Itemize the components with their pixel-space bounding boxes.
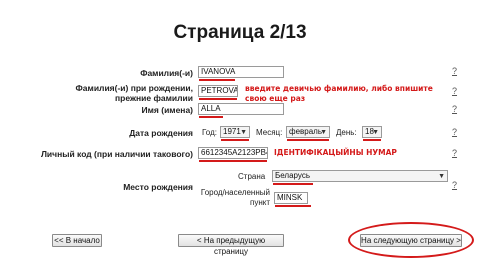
name-red-underline [199, 116, 223, 118]
name-help-link[interactable]: ? [452, 104, 457, 114]
personal-code-field[interactable]: 6612345A2123PB4 [198, 147, 268, 159]
surname-label: Фамилия(-и) [140, 68, 193, 78]
surname-field[interactable]: IVANOVA [198, 66, 284, 78]
day-select[interactable]: 18 ▼ [362, 126, 382, 138]
day-label: День: [336, 128, 357, 137]
country-select[interactable]: Беларусь ▼ [272, 170, 448, 182]
year-select-value: 1971 [223, 127, 241, 136]
personal-code-help-link[interactable]: ? [452, 148, 457, 158]
maiden-name-note-line1: введите девичью фамилию, либо впишите [245, 84, 433, 93]
birth-surname-help-link[interactable]: ? [452, 86, 457, 96]
birth-surname-field[interactable]: PETROVA [198, 85, 238, 97]
city-label-line2: пункт [249, 198, 270, 207]
birth-place-help-link[interactable]: ? [452, 180, 457, 190]
personal-code-red-underline [199, 160, 267, 162]
id-number-note: ІДЕНТИФІКАЦЫЙНЫ НУМАР [274, 148, 397, 157]
birth-date-label: Дата рождения [129, 128, 193, 138]
birth-surname-label-line1: Фамилия(-и) при рождении, [75, 83, 193, 93]
maiden-name-note: введите девичью фамилию, либо впишите св… [245, 84, 433, 104]
birth-surname-label: Фамилия(-и) при рождении, прежние фамили… [60, 83, 193, 103]
city-label: Город/населенный пункт [200, 188, 270, 208]
name-label: Имя (имена) [141, 105, 193, 115]
month-select[interactable]: февраль ▼ [286, 126, 330, 138]
month-red-underline [287, 139, 329, 141]
country-select-value: Беларусь [275, 171, 310, 180]
page-title: Страница 2/13 [173, 22, 307, 43]
city-red-underline [275, 205, 311, 207]
month-select-value: февраль [289, 127, 323, 136]
day-red-underline [363, 139, 381, 141]
birth-surname-red-underline [199, 98, 237, 100]
birth-date-help-link[interactable]: ? [452, 127, 457, 137]
chevron-down-icon: ▼ [240, 129, 247, 136]
personal-code-label: Личный код (при наличии такового) [40, 149, 193, 159]
birth-surname-label-line2: прежние фамилии [115, 93, 193, 103]
chevron-down-icon: ▼ [372, 129, 379, 136]
year-red-underline [221, 139, 249, 141]
chevron-down-icon: ▼ [320, 129, 327, 136]
city-label-line1: Город/населенный [200, 188, 270, 197]
month-label: Месяц: [256, 128, 283, 137]
name-field[interactable]: ALLA [198, 103, 284, 115]
surname-help-link[interactable]: ? [452, 66, 457, 76]
surname-red-underline [199, 79, 235, 81]
previous-page-button[interactable]: < На предыдущую страницу [178, 234, 284, 256]
next-button-red-circle [348, 222, 474, 258]
country-red-underline [273, 183, 313, 185]
first-page-button[interactable]: << В начало [52, 234, 102, 247]
birth-place-label: Место рождения [123, 182, 193, 192]
year-label: Год: [202, 128, 217, 137]
year-select[interactable]: 1971 ▼ [220, 126, 250, 138]
country-label: Страна [238, 172, 266, 181]
chevron-down-icon: ▼ [438, 173, 445, 180]
city-field[interactable]: MINSK [274, 192, 308, 204]
